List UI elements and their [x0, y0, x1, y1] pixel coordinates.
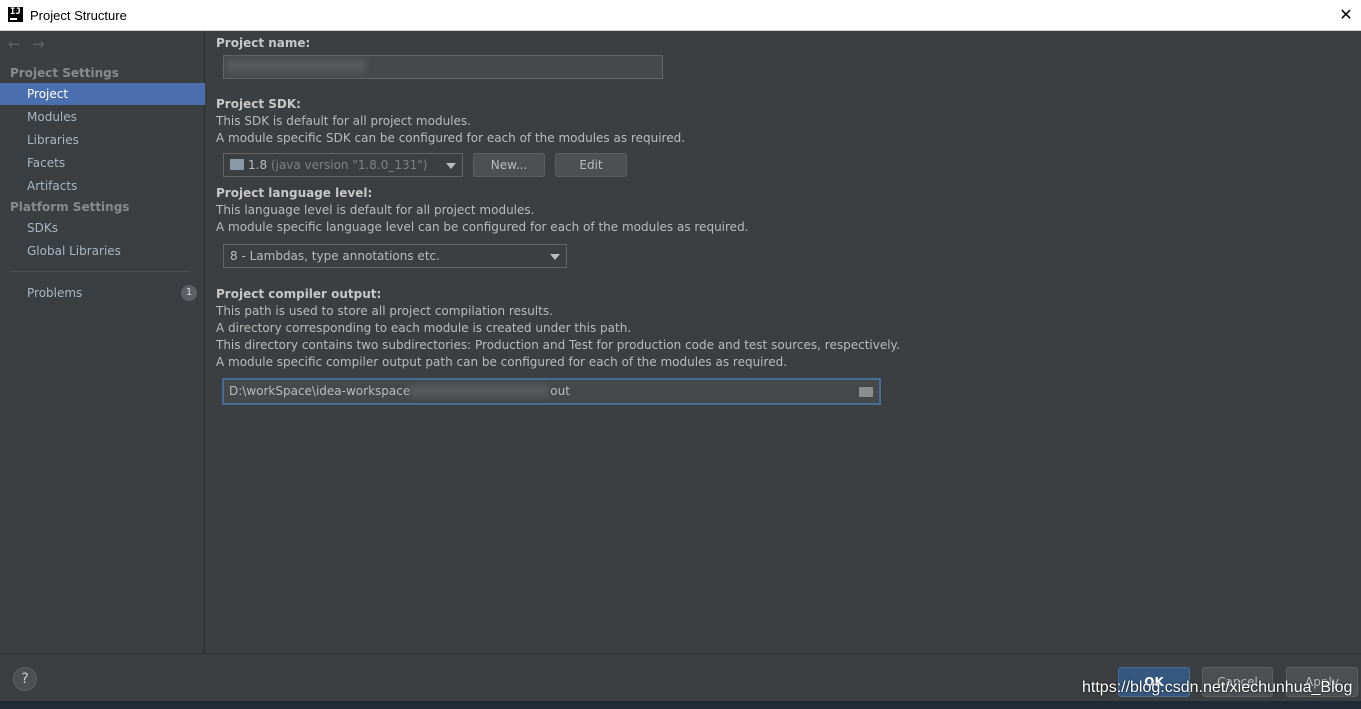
sidebar-item-libraries[interactable]: Libraries [0, 129, 205, 151]
sidebar-item-facets[interactable]: Facets [0, 152, 205, 174]
sidebar-item-problems[interactable]: Problems 1 [0, 282, 205, 304]
problems-count-badge: 1 [181, 285, 197, 301]
new-sdk-button[interactable]: New... [473, 153, 545, 177]
language-level-description-2: A module specific language level can be … [216, 220, 749, 234]
watermark-text: https://blog.csdn.net/xiechunhua_Blog [1082, 679, 1353, 696]
redacted-path-segment [410, 383, 550, 397]
sdk-folder-icon [230, 159, 244, 170]
sidebar-item-artifacts[interactable]: Artifacts [0, 175, 205, 197]
edit-sdk-button[interactable]: Edit [555, 153, 627, 177]
sidebar: ← → Project Settings Project Modules Libr… [0, 31, 205, 653]
project-name-heading: Project name: [216, 36, 311, 50]
redacted-blur [410, 384, 549, 397]
redacted-project-name [226, 59, 366, 73]
compiler-output-heading: Project compiler output: [216, 287, 382, 301]
language-level-description-1: This language level is default for all p… [216, 203, 535, 217]
intellij-logo-icon: IJ [8, 7, 23, 22]
sidebar-item-sdks[interactable]: SDKs [0, 217, 205, 239]
language-level-heading: Project language level: [216, 186, 373, 200]
sdk-version-detail: (java version "1.8.0_131") [270, 158, 428, 172]
project-settings-panel: Project name: Project SDK: This SDK is d… [206, 31, 1361, 653]
problems-label: Problems [27, 286, 83, 300]
compiler-output-description-4: A module specific compiler output path c… [216, 355, 788, 369]
title-bar: IJ Project Structure ✕ [0, 0, 1361, 31]
dropdown-arrow-icon [550, 254, 560, 260]
close-icon[interactable]: ✕ [1335, 4, 1357, 26]
sdk-description-1: This SDK is default for all project modu… [216, 114, 471, 128]
sidebar-item-global-libraries[interactable]: Global Libraries [0, 240, 205, 262]
back-arrow-icon[interactable]: ← [8, 35, 32, 53]
dropdown-arrow-icon [446, 163, 456, 169]
sdk-description-2: A module specific SDK can be configured … [216, 131, 686, 145]
project-name-field[interactable] [223, 55, 663, 79]
language-level-dropdown[interactable]: 8 - Lambdas, type annotations etc. [223, 244, 567, 268]
path-suffix: out [550, 384, 570, 398]
forward-arrow-icon[interactable]: → [32, 35, 56, 53]
project-settings-header: Project Settings [10, 66, 119, 80]
path-prefix: D:\workSpace\idea-workspace [229, 384, 411, 398]
compiler-output-description-1: This path is used to store all project c… [216, 304, 553, 318]
nav-arrows: ← → [8, 35, 56, 55]
window-title: Project Structure [30, 8, 127, 23]
browse-folder-icon[interactable] [859, 387, 873, 397]
project-sdk-dropdown[interactable]: 1.8 (java version "1.8.0_131") [223, 153, 463, 177]
sidebar-item-project[interactable]: Project [0, 83, 205, 105]
help-button[interactable]: ? [13, 667, 37, 691]
platform-settings-header: Platform Settings [10, 200, 130, 214]
taskbar-strip [0, 701, 1361, 709]
compiler-output-description-3: This directory contains two subdirectori… [216, 338, 900, 352]
sdk-name: 1.8 [248, 158, 268, 172]
sidebar-item-modules[interactable]: Modules [0, 106, 205, 128]
sidebar-divider [10, 271, 190, 272]
project-sdk-heading: Project SDK: [216, 97, 301, 111]
compiler-output-description-2: A directory corresponding to each module… [216, 321, 632, 335]
compiler-output-path-field[interactable]: D:\workSpace\idea-workspace out [222, 378, 881, 405]
language-level-value: 8 - Lambdas, type annotations etc. [230, 249, 440, 263]
